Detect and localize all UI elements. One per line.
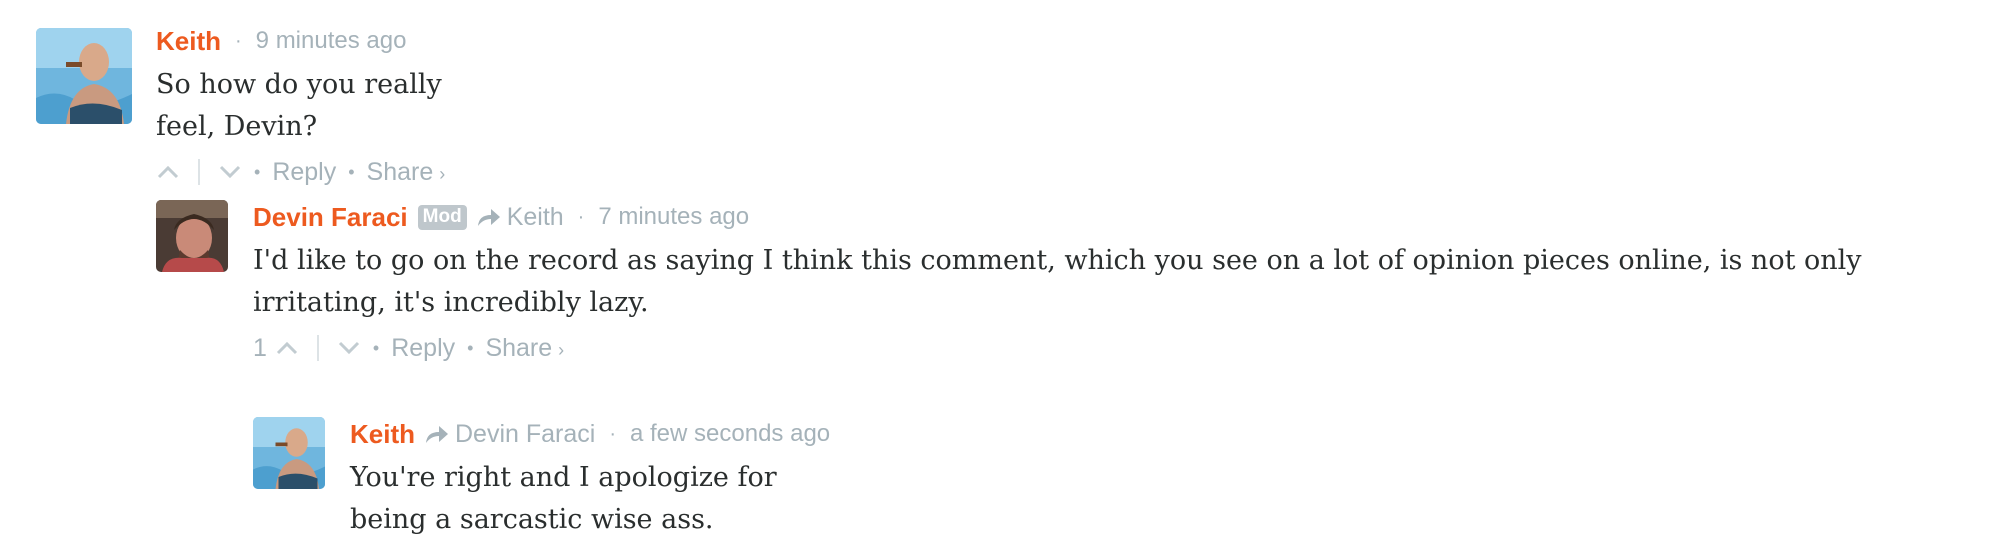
author-name[interactable]: Keith [350,419,415,450]
downvote-button[interactable] [218,164,242,180]
reply-arrow-icon [475,206,501,228]
comment-body: Devin Faraci Mod Keith · 7 minutes ago I… [253,200,1993,368]
downvote-chevron-icon [337,340,361,356]
reply-button[interactable]: Reply [272,158,336,187]
comment-text: I'd like to go on the record as saying I… [253,245,1862,318]
moderator-badge: Mod [417,204,467,230]
upvote-button[interactable]: 1 [253,334,299,363]
avatar-image [36,28,132,124]
in-reply-to-author[interactable]: Devin Faraci [455,420,595,449]
comment-footer: 1 • Reply • Share › [253,328,1993,368]
avatar-keith[interactable] [253,417,325,489]
vote-count: 1 [253,333,267,362]
downvote-button[interactable] [337,340,361,356]
avatar-keith[interactable] [36,28,132,124]
meta-separator: · [609,422,616,445]
timestamp[interactable]: 7 minutes ago [598,203,749,231]
share-caret: › [439,163,446,184]
comment-header: Keith · 9 minutes ago [156,24,445,58]
comment-text: So how do you really feel, Devin? [156,69,442,142]
footer-separator: • [372,337,380,358]
footer-separator: • [348,161,355,182]
upvote-button[interactable] [156,164,180,180]
meta-separator: · [577,205,585,228]
in-reply-to-author[interactable]: Keith [507,203,564,232]
timestamp[interactable]: a few seconds ago [630,420,830,448]
share-label: Share [366,157,434,186]
comment-text: You're right and I apologize for being a… [350,462,777,535]
avatar-image [156,200,228,272]
share-caret: › [558,339,565,360]
footer-separator: • [254,161,261,182]
avatar-devin-faraci[interactable] [156,200,228,272]
comment-header: Keith Devin Faraci · a few seconds ago [350,417,830,451]
author-name[interactable]: Devin Faraci [253,202,408,233]
timestamp[interactable]: 9 minutes ago [256,27,407,55]
comment-footer: • Reply • Share › [156,152,445,192]
meta-separator: · [235,29,242,52]
share-button[interactable]: Share › [485,334,564,363]
share-button[interactable]: Share › [367,158,446,187]
reply-arrow-icon [423,423,449,445]
comment-body: Keith · 9 minutes ago So how do you real… [156,24,445,192]
reply-button[interactable]: Reply [391,334,455,363]
comment-body: Keith Devin Faraci · a few seconds ago Y… [350,417,830,541]
downvote-chevron-icon [218,164,242,180]
comment-header: Devin Faraci Mod Keith · 7 minutes ago [253,200,1993,234]
upvote-chevron-icon [156,164,180,180]
vote-divider [198,159,200,185]
author-name[interactable]: Keith [156,26,221,57]
footer-separator: • [467,337,474,358]
share-label: Share [485,333,553,362]
vote-divider [316,335,319,361]
avatar-image [253,417,325,489]
upvote-chevron-icon [275,340,299,356]
